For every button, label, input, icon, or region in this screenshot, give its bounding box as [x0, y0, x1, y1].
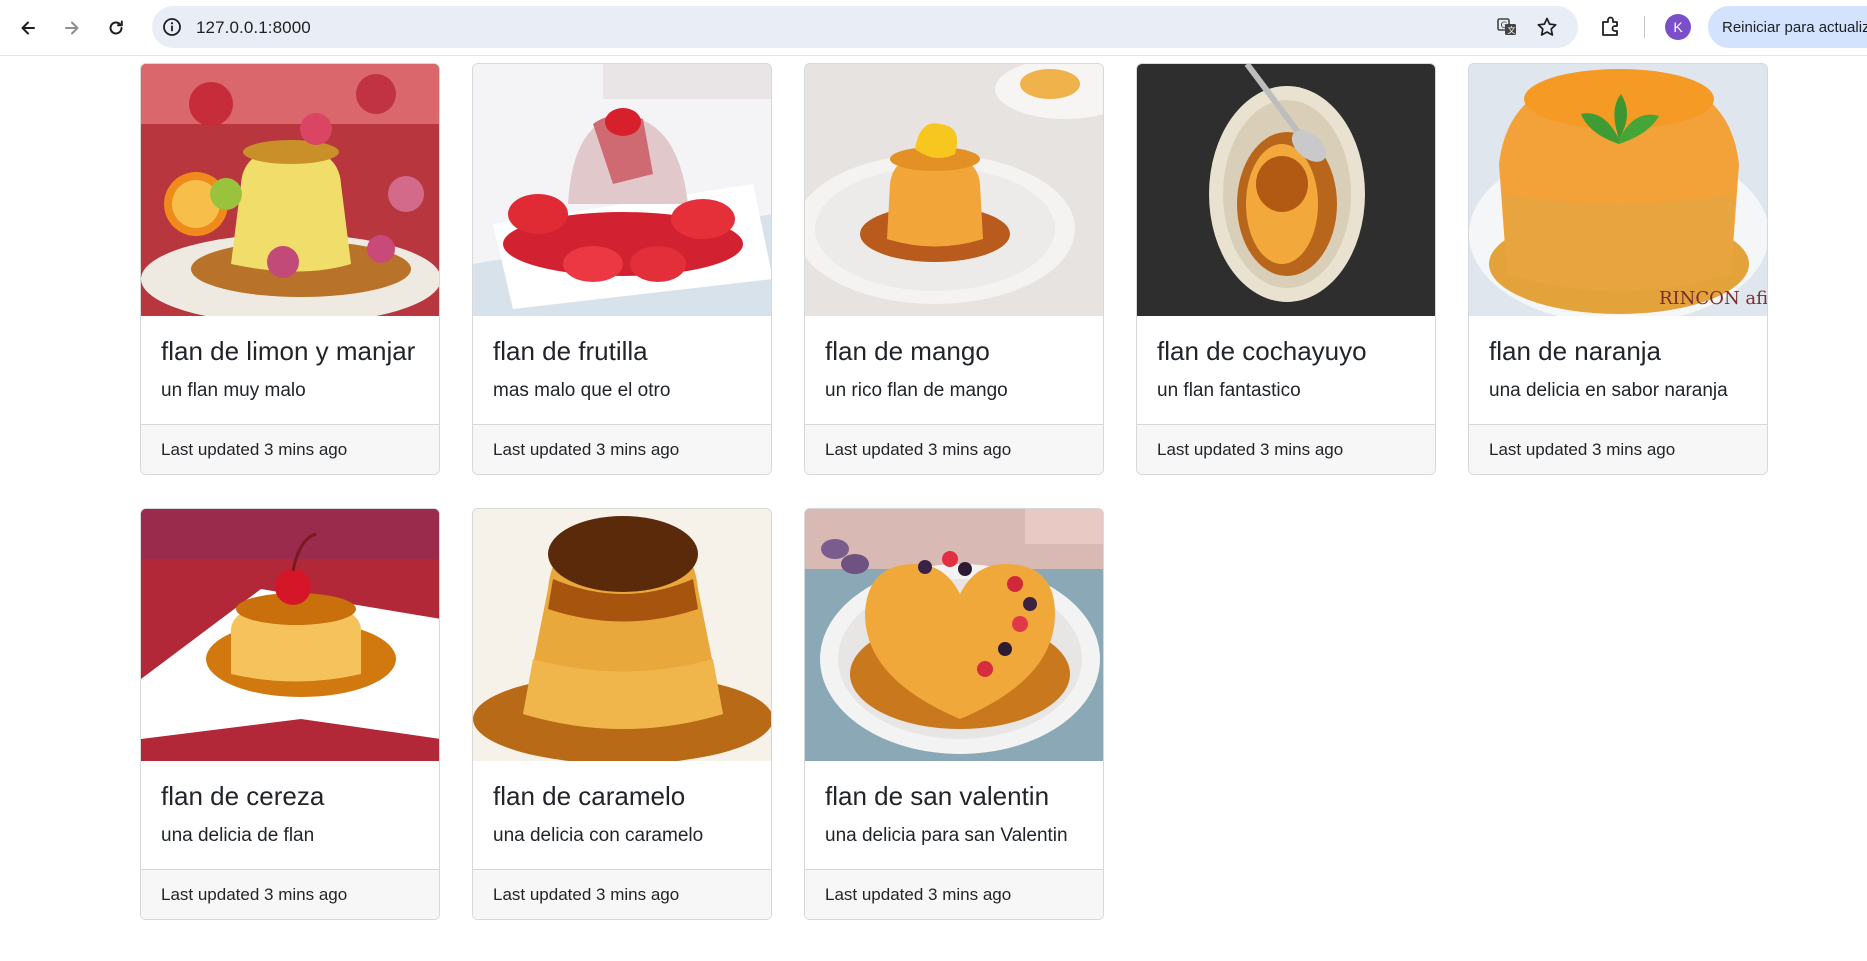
card-image	[1137, 64, 1435, 316]
card-image	[805, 509, 1103, 761]
card-description: una delicia en sabor naranja	[1489, 380, 1728, 401]
toolbar-divider	[1644, 16, 1645, 38]
card-description: un flan muy malo	[161, 380, 306, 401]
card-description: mas malo que el otro	[493, 380, 671, 401]
card-image	[141, 64, 439, 316]
site-info-icon[interactable]	[162, 17, 182, 37]
back-button[interactable]	[12, 12, 44, 44]
profile-avatar[interactable]: K	[1665, 14, 1691, 40]
card-image	[805, 64, 1103, 316]
card-description: una delicia con caramelo	[493, 825, 704, 846]
card-footer: Last updated 3 mins ago	[805, 869, 1103, 919]
reload-button[interactable]	[100, 12, 132, 44]
card-title: flan de frutilla	[493, 336, 648, 366]
card-image	[141, 509, 439, 761]
card-description: un rico flan de mango	[825, 380, 1008, 401]
reload-icon	[109, 20, 123, 35]
forward-button[interactable]	[56, 12, 88, 44]
card-flan-naranja[interactable]: RINCON afi flan de naranja una delicia e…	[1468, 63, 1768, 475]
address-bar[interactable]: 127.0.0.1:8000 G文	[152, 6, 1578, 48]
translate-icon[interactable]: G文	[1496, 16, 1518, 38]
arrow-left-icon	[21, 21, 35, 35]
card-title: flan de naranja	[1489, 336, 1662, 366]
arrow-right-icon	[65, 21, 79, 35]
card-title: flan de cereza	[161, 781, 325, 811]
card-description: una delicia para san Valentin	[825, 825, 1068, 846]
card-title: flan de cochayuyo	[1157, 336, 1367, 366]
card-description: una delicia de flan	[161, 825, 315, 846]
card-footer: Last updated 3 mins ago	[473, 424, 771, 474]
card-footer: Last updated 3 mins ago	[1469, 424, 1767, 474]
browser-toolbar: 127.0.0.1:8000 G文 K Reiniciar para actua…	[0, 0, 1867, 56]
update-button[interactable]: Reiniciar para actualizar	[1708, 6, 1867, 48]
bookmark-star-icon[interactable]	[1536, 16, 1558, 38]
card-image	[473, 64, 771, 316]
card-title: flan de san valentin	[825, 781, 1050, 811]
card-flan-cochayuyo[interactable]: flan de cochayuyo un flan fantastico Las…	[1136, 63, 1436, 475]
svg-text:文: 文	[1508, 25, 1516, 35]
card-description: un flan fantastico	[1157, 380, 1301, 401]
card-flan-mango[interactable]: flan de mango un rico flan de mango Last…	[804, 63, 1104, 475]
card-flan-san-valentin[interactable]: flan de san valentin una delicia para sa…	[804, 508, 1104, 920]
card-footer: Last updated 3 mins ago	[141, 869, 439, 919]
svg-text:RINCON afi: RINCON afi	[1659, 288, 1768, 309]
card-title: flan de limon y manjar	[161, 336, 416, 366]
card-flan-caramelo[interactable]: flan de caramelo una delicia con caramel…	[472, 508, 772, 920]
card-title: flan de mango	[825, 336, 990, 366]
card-image: RINCON afi	[1469, 64, 1768, 316]
card-flan-frutilla[interactable]: flan de frutilla mas malo que el otro La…	[472, 63, 772, 475]
url-text[interactable]: 127.0.0.1:8000	[196, 18, 311, 38]
card-footer: Last updated 3 mins ago	[141, 424, 439, 474]
card-footer: Last updated 3 mins ago	[1137, 424, 1435, 474]
extensions-puzzle-icon[interactable]	[1598, 14, 1624, 40]
card-title: flan de caramelo	[493, 781, 686, 811]
card-image	[473, 509, 771, 761]
card-footer: Last updated 3 mins ago	[473, 869, 771, 919]
card-flan-cereza[interactable]: flan de cereza una delicia de flan Last …	[140, 508, 440, 920]
card-footer: Last updated 3 mins ago	[805, 424, 1103, 474]
card-flan-limon-manjar[interactable]: flan de limon y manjar un flan muy malo …	[140, 63, 440, 475]
